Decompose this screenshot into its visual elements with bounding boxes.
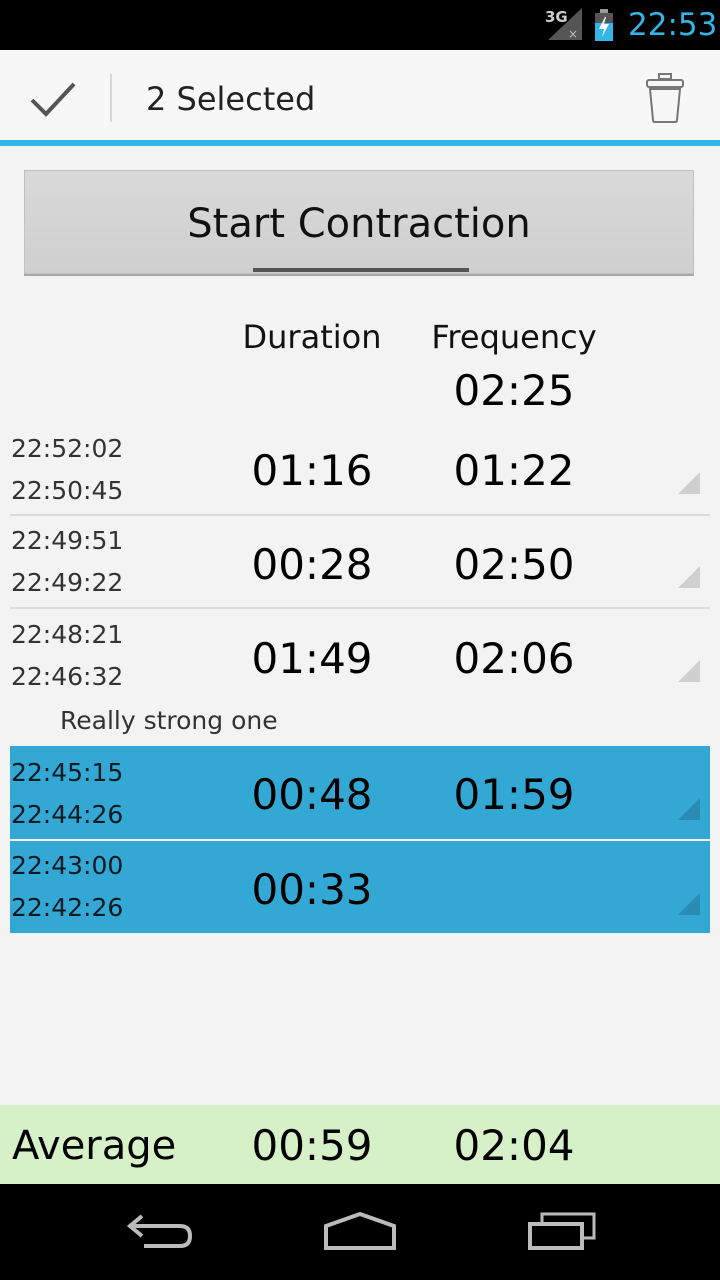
battery-charging-icon: [595, 9, 613, 41]
row-corner-indicator: [678, 893, 700, 915]
average-frequency: 02:04: [453, 1121, 575, 1170]
selection-count-title: 2 Selected: [146, 80, 316, 118]
row-end-time: 22:49:51: [11, 526, 124, 555]
frequency-header: Frequency: [431, 318, 597, 356]
row-frequency: 02:50: [453, 540, 575, 589]
clock: 22:53: [628, 7, 718, 43]
recents-icon[interactable]: [526, 1210, 598, 1252]
row-start-time: 22:46:32: [11, 662, 124, 691]
status-bar: × 3G 22:53: [0, 0, 720, 50]
start-contraction-button[interactable]: Start Contraction: [24, 170, 694, 274]
action-bar-divider: [110, 74, 112, 122]
network-type: 3G: [545, 8, 568, 26]
row-frequency: 01:22: [453, 446, 575, 495]
back-icon[interactable]: [124, 1210, 196, 1250]
row-corner-indicator: [678, 798, 700, 820]
average-bar: Average 00:59 02:04: [0, 1105, 720, 1184]
start-contraction-label: Start Contraction: [187, 201, 531, 247]
row-end-time: 22:45:15: [11, 758, 124, 787]
row-start-time: 22:44:26: [11, 800, 124, 829]
row-corner-indicator: [678, 472, 700, 494]
check-icon[interactable]: [28, 80, 78, 120]
row-frequency: 02:06: [453, 634, 575, 683]
row-divider: [10, 607, 710, 609]
row-end-time: 22:48:21: [11, 620, 124, 649]
row-start-time: 22:49:22: [11, 568, 124, 597]
svg-text:×: ×: [568, 27, 578, 40]
current-frequency: 02:25: [453, 366, 575, 415]
action-bar-accent-line: [0, 140, 720, 146]
row-divider: [10, 514, 710, 516]
row-start-time: 22:42:26: [11, 893, 124, 922]
row-note: Really strong one: [60, 706, 278, 735]
button-focus-indicator: [253, 268, 469, 272]
table-row-selected[interactable]: 22:45:15 22:44:26 00:48 01:59: [10, 746, 710, 839]
row-frequency: 01:59: [453, 770, 575, 819]
average-label: Average: [12, 1123, 177, 1169]
row-end-time: 22:52:02: [11, 434, 124, 463]
action-bar: 2 Selected: [0, 50, 720, 140]
trash-icon[interactable]: [644, 72, 686, 124]
home-icon[interactable]: [322, 1210, 398, 1252]
navigation-bar: [0, 1184, 720, 1280]
row-corner-indicator: [678, 566, 700, 588]
row-end-time: 22:43:00: [11, 851, 124, 880]
table-row[interactable]: 22:49:51 22:49:22 00:28 02:50: [10, 522, 710, 608]
table-row-selected[interactable]: 22:43:00 22:42:26 00:33: [10, 841, 710, 933]
row-corner-indicator: [678, 660, 700, 682]
row-duration: 00:33: [251, 865, 373, 914]
table-row[interactable]: 22:52:02 22:50:45 01:16 01:22: [10, 428, 710, 514]
row-start-time: 22:50:45: [11, 476, 124, 505]
